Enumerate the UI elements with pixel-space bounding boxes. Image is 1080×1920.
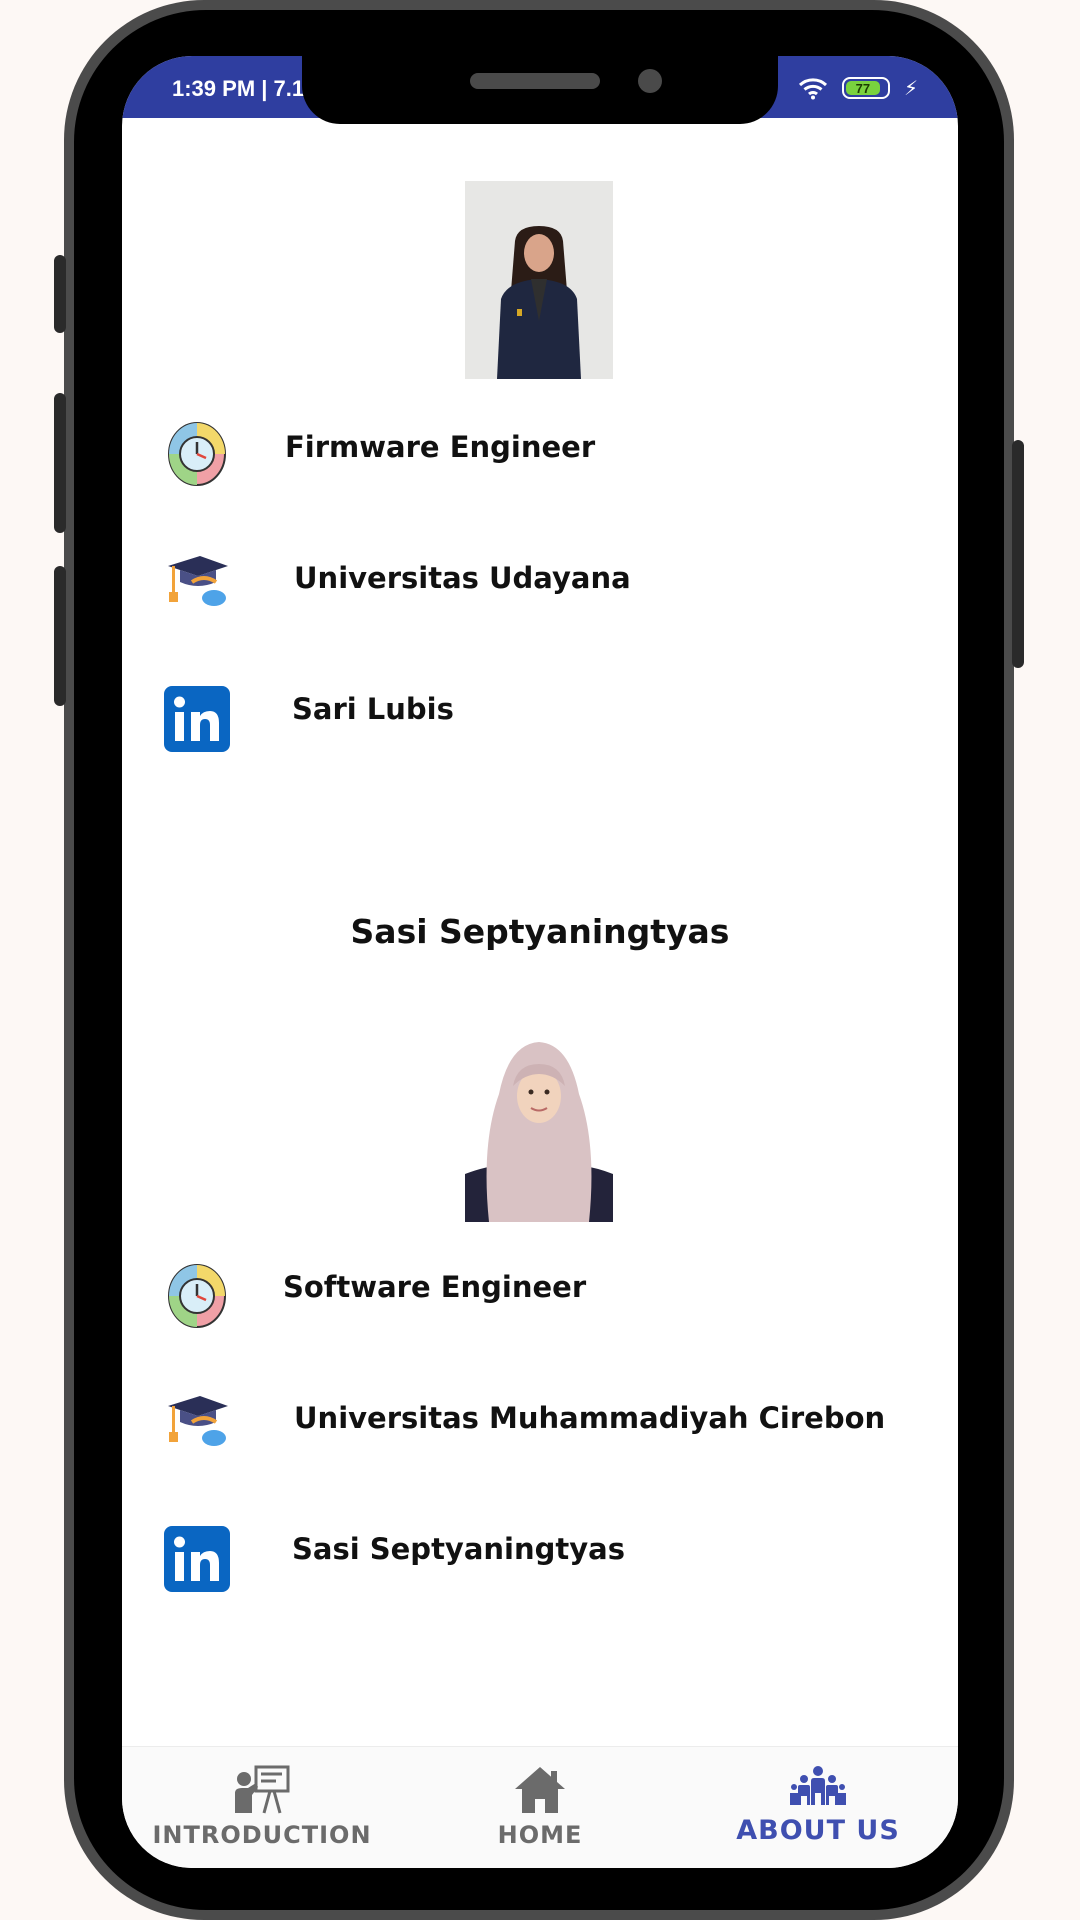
charging-icon: ⚡ — [903, 76, 918, 100]
volume-down-button — [54, 566, 66, 706]
graduation-cap-icon — [168, 1396, 228, 1446]
volume-up-button — [54, 393, 66, 533]
profile-photo-1 — [465, 181, 613, 379]
nav-about-us[interactable]: ABOUT US — [718, 1747, 918, 1868]
battery-icon: 77 — [841, 77, 890, 99]
presentation-icon — [235, 1765, 290, 1814]
camera-notch — [302, 56, 778, 124]
profile-1-role: Firmware Engineer — [285, 430, 596, 464]
graduation-cap-icon — [168, 556, 228, 606]
status-time: 1:39 PM | 7.1 — [172, 76, 305, 101]
nav-introduction-label: INTRODUCTION — [152, 1821, 372, 1849]
profile-2-linkedin-link[interactable]: Sasi Septyaningtyas — [292, 1532, 625, 1566]
person-photo-image — [465, 1024, 613, 1222]
app-screen: 1:39 PM | 7.1 77 ⚡ Firmware Engineer Uni… — [122, 56, 958, 1868]
nav-about-us-label: ABOUT US — [736, 1815, 900, 1846]
profile-1-linkedin-link[interactable]: Sari Lubis — [292, 692, 454, 726]
status-icons: 77 ⚡ — [798, 76, 918, 100]
nav-introduction[interactable]: INTRODUCTION — [152, 1747, 371, 1868]
power-button — [1012, 440, 1024, 668]
speaker-grille — [470, 73, 600, 89]
profile-2-name: Sasi Septyaningtyas — [350, 912, 730, 951]
person-photo-image — [465, 181, 613, 379]
nav-home[interactable]: HOME — [440, 1747, 640, 1868]
profile-photo-2 — [465, 1024, 613, 1222]
battery-level: 77 — [845, 81, 880, 96]
profile-2-university: Universitas Muhammadiyah Cirebon — [294, 1401, 886, 1435]
front-camera — [638, 69, 662, 93]
group-icon — [790, 1766, 846, 1805]
wifi-icon — [798, 78, 827, 100]
role-clock-icon — [168, 422, 226, 486]
profile-2-role: Software Engineer — [283, 1270, 587, 1304]
mute-switch — [54, 255, 66, 333]
linkedin-icon[interactable] — [164, 686, 230, 752]
linkedin-icon[interactable] — [164, 1526, 230, 1592]
role-clock-icon — [168, 1264, 226, 1328]
profile-1-university: Universitas Udayana — [294, 561, 631, 595]
bottom-navigation: INTRODUCTION HOME ABOUT US — [122, 1746, 958, 1868]
home-icon — [515, 1767, 565, 1813]
nav-home-label: HOME — [497, 1821, 583, 1849]
